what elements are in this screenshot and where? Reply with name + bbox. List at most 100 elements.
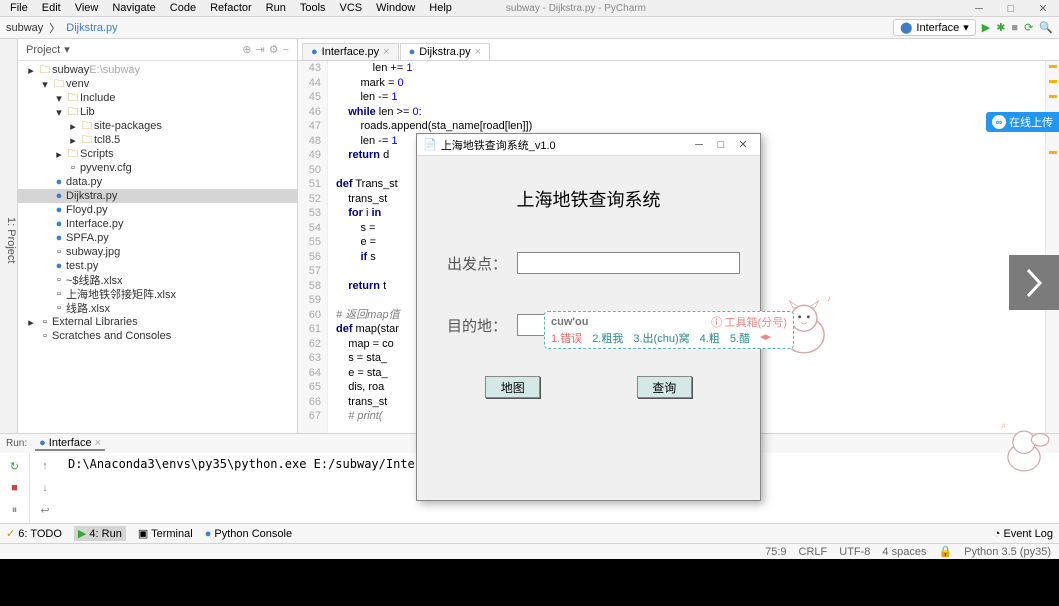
tree-node[interactable]: ▫ 上海地铁邻接矩阵.xlsx [18, 287, 297, 301]
menu-edit[interactable]: Edit [36, 2, 67, 14]
tree-node[interactable]: ● Dijkstra.py [18, 189, 297, 203]
down-icon[interactable]: ↓ [36, 479, 54, 497]
caret-position: 75:9 [765, 546, 786, 558]
menu-file[interactable]: File [4, 2, 34, 14]
menu-vcs[interactable]: VCS [334, 2, 369, 14]
cloud-upload-badge[interactable]: ∞ 在线上传 [986, 112, 1059, 132]
terminal-tool[interactable]: ▣ Terminal [138, 527, 193, 540]
run-tool[interactable]: ▶ 4: Run [74, 526, 126, 541]
close-icon[interactable]: × [95, 437, 101, 449]
tree-node[interactable]: ▸🗀 tcl8.5 [18, 133, 297, 147]
rerun-icon[interactable]: ↻ [6, 457, 24, 475]
search-icon[interactable]: 🔍 [1039, 21, 1053, 34]
tree-node[interactable]: ● SPFA.py [18, 231, 297, 245]
stop-icon[interactable]: ■ [1011, 22, 1018, 34]
hide-icon[interactable]: − [283, 44, 289, 56]
collapse-icon[interactable]: ⇥ [255, 43, 264, 56]
menu-help[interactable]: Help [423, 2, 458, 14]
target-icon[interactable]: ⊕ [242, 43, 251, 56]
breadcrumb-bar: subway 〉 Dijkstra.py ⬤ Interface ▾ ▶ ✱ ■… [0, 17, 1059, 39]
tree-node[interactable]: ▫ ~$线路.xlsx [18, 273, 297, 287]
dialog-title: 上海地铁查询系统_v1.0 [441, 137, 556, 153]
ime-candidates[interactable]: 1.错误 2.粗我 3.出(chu)窝 4.粗 5.醋 ◂▸ [551, 330, 787, 346]
tree-node[interactable]: ▸▫ External Libraries [18, 315, 297, 329]
close-tab-icon[interactable]: × [475, 46, 481, 58]
indent[interactable]: 4 spaces [882, 546, 926, 558]
tree-node[interactable]: ● test.py [18, 259, 297, 273]
pause-icon[interactable]: ⏸ [6, 501, 24, 519]
tree-node[interactable]: ▫ 线路.xlsx [18, 301, 297, 315]
app-icon: 📄 [423, 138, 437, 151]
breadcrumb-file[interactable]: Dijkstra.py [66, 22, 117, 34]
query-button[interactable]: 查询 [637, 376, 692, 398]
interpreter[interactable]: Python 3.5 (py35) [964, 546, 1051, 558]
pyconsole-tool[interactable]: ● Python Console [205, 528, 292, 540]
tree-node[interactable]: ▸🗀 site-packages [18, 119, 297, 133]
menu-window[interactable]: Window [370, 2, 421, 14]
chevron-right-icon [1024, 268, 1044, 298]
run-tab[interactable]: ● Interface × [35, 437, 105, 451]
ime-hint: ⓘ 工具箱(分号) [711, 314, 787, 330]
project-tree[interactable]: ▸🗀 subway E:\subway▾🗀 venv▾🗀 Include▾🗀 L… [18, 61, 297, 345]
line-separator[interactable]: CRLF [799, 546, 828, 558]
close-icon[interactable]: ✕ [1027, 0, 1059, 17]
tree-node[interactable]: ▾🗀 Include [18, 91, 297, 105]
close-icon[interactable]: ✕ [732, 138, 754, 151]
menu-code[interactable]: Code [164, 2, 202, 14]
taskbar-area [0, 559, 1059, 606]
menubar: File Edit View Navigate Code Refactor Ru… [0, 0, 1059, 17]
maximize-icon[interactable]: □ [995, 0, 1027, 17]
tree-node[interactable]: ● Floyd.py [18, 203, 297, 217]
tab-dijkstra[interactable]: ● Dijkstra.py × [400, 43, 490, 60]
window-title: subway - Dijkstra.py - PyCharm [500, 3, 652, 14]
close-tab-icon[interactable]: × [383, 46, 389, 58]
minimize-icon[interactable]: ─ [963, 0, 995, 17]
tree-node[interactable]: ▾🗀 venv [18, 77, 297, 91]
eventlog-tool[interactable]: ◔ Event Log [994, 528, 1053, 540]
project-tool-tab[interactable]: 1: Project [5, 217, 17, 263]
cloud-icon: ∞ [992, 115, 1006, 129]
menu-refactor[interactable]: Refactor [204, 2, 258, 14]
todo-tool[interactable]: ✓ 6: TODO [6, 527, 62, 540]
tab-interface[interactable]: ● Interface.py × [302, 43, 399, 60]
tree-node[interactable]: ▫ pyvenv.cfg [18, 161, 297, 175]
wrap-icon[interactable]: ↩ [36, 501, 54, 519]
from-input[interactable] [517, 252, 740, 274]
vcs-icon[interactable]: ⟳ [1024, 21, 1033, 34]
ime-input: cuw'ou [551, 316, 588, 328]
lock-icon[interactable]: 🔒 [938, 545, 952, 558]
breadcrumb-project[interactable]: subway [6, 22, 43, 34]
debug-icon[interactable]: ✱ [996, 21, 1005, 34]
tree-node[interactable]: ▫ subway.jpg [18, 245, 297, 259]
run-config-dropdown[interactable]: ⬤ Interface ▾ [893, 19, 976, 36]
map-button[interactable]: 地图 [485, 376, 540, 398]
menu-view[interactable]: View [69, 2, 105, 14]
tree-node[interactable]: ● data.py [18, 175, 297, 189]
dialog-heading: 上海地铁查询系统 [437, 186, 740, 212]
python-icon: ⬤ [900, 21, 912, 34]
tree-node[interactable]: ▾🗀 Lib [18, 105, 297, 119]
chevron-down-icon[interactable]: ▾ [64, 43, 70, 56]
python-icon: ● [409, 46, 416, 58]
menu-navigate[interactable]: Navigate [106, 2, 161, 14]
gear-icon[interactable]: ⚙ [269, 43, 279, 56]
tree-node[interactable]: ● Interface.py [18, 217, 297, 231]
tree-node[interactable]: ▫ Scratches and Consoles [18, 329, 297, 343]
encoding[interactable]: UTF-8 [839, 546, 870, 558]
ime-popup[interactable]: cuw'ou ⓘ 工具箱(分号) 1.错误 2.粗我 3.出(chu)窝 4.粗… [544, 311, 794, 349]
ime-nav-icon[interactable]: ◂▸ [760, 330, 771, 346]
stop-icon[interactable]: ■ [6, 479, 24, 497]
minimize-icon[interactable]: ─ [688, 139, 710, 151]
maximize-icon[interactable]: □ [710, 139, 732, 151]
python-icon: ● [311, 46, 318, 58]
menu-tools[interactable]: Tools [294, 2, 332, 14]
project-panel-title: Project [26, 44, 60, 56]
bottom-toolbar: ✓ 6: TODO ▶ 4: Run ▣ Terminal ● Python C… [0, 523, 1059, 543]
up-icon[interactable]: ↑ [36, 457, 54, 475]
to-label: 目的地： [437, 315, 507, 336]
menu-run[interactable]: Run [260, 2, 292, 14]
next-button[interactable] [1009, 255, 1059, 310]
tree-node[interactable]: ▸🗀 Scripts [18, 147, 297, 161]
project-panel: Project ▾ ⊕ ⇥ ⚙ − ▸🗀 subway E:\subway▾🗀 … [18, 39, 298, 433]
run-icon[interactable]: ▶ [982, 21, 990, 34]
